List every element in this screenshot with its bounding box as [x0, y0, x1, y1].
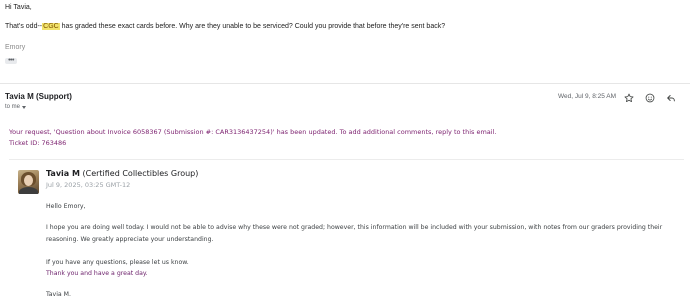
show-trimmed-content-button[interactable]: •••: [5, 57, 17, 64]
avatar: [18, 170, 39, 194]
reply-author: Tavia M (Certified Collectibles Group): [46, 169, 198, 178]
emoji-icon[interactable]: [644, 92, 655, 103]
quoted-body-start: That's odd--: [5, 23, 43, 30]
reply-signoff: Tavia M.: [46, 291, 71, 298]
chevron-down-icon: [22, 106, 27, 109]
ticket-id: Ticket ID: 763486: [9, 139, 67, 147]
reply-author-name: Tavia M: [46, 169, 80, 178]
ticket-update-notice: Your request, 'Question about Invoice 60…: [9, 128, 497, 136]
recipient-label: to me: [5, 104, 21, 110]
highlighted-term: CGC: [42, 23, 60, 30]
reply-divider: [9, 159, 684, 160]
quoted-signature: Emory: [5, 44, 26, 51]
star-icon[interactable]: [623, 92, 634, 103]
message-divider: [0, 83, 690, 84]
reply-icon[interactable]: [665, 92, 676, 103]
sender-name[interactable]: Tavia M (Support): [5, 92, 72, 101]
reply-author-org: (Certified Collectibles Group): [82, 169, 199, 178]
recipient-details-toggle[interactable]: to me: [5, 104, 27, 110]
quoted-greeting: Hi Tavia,: [5, 4, 32, 11]
quoted-body: That's odd--CGC has graded these exact c…: [5, 23, 445, 30]
reply-questions-line: If you have any questions, please let us…: [46, 259, 189, 266]
reply-greeting: Hello Emory,: [46, 203, 86, 210]
reply-paragraph-line1: I hope you are doing well today. I would…: [46, 224, 663, 231]
message-datetime: Wed, Jul 9, 8:25 AM: [558, 93, 617, 100]
reply-thanks-line: Thank you and have a great day.: [46, 270, 148, 277]
more-dots-icon: •••: [8, 57, 14, 64]
quoted-body-end: has graded these exact cards before. Why…: [59, 23, 446, 30]
reply-paragraph-line2: reasoning. We greatly appreciate your un…: [46, 236, 214, 243]
reply-date: Jul 9, 2025, 03:25 GMT-12: [46, 181, 131, 189]
